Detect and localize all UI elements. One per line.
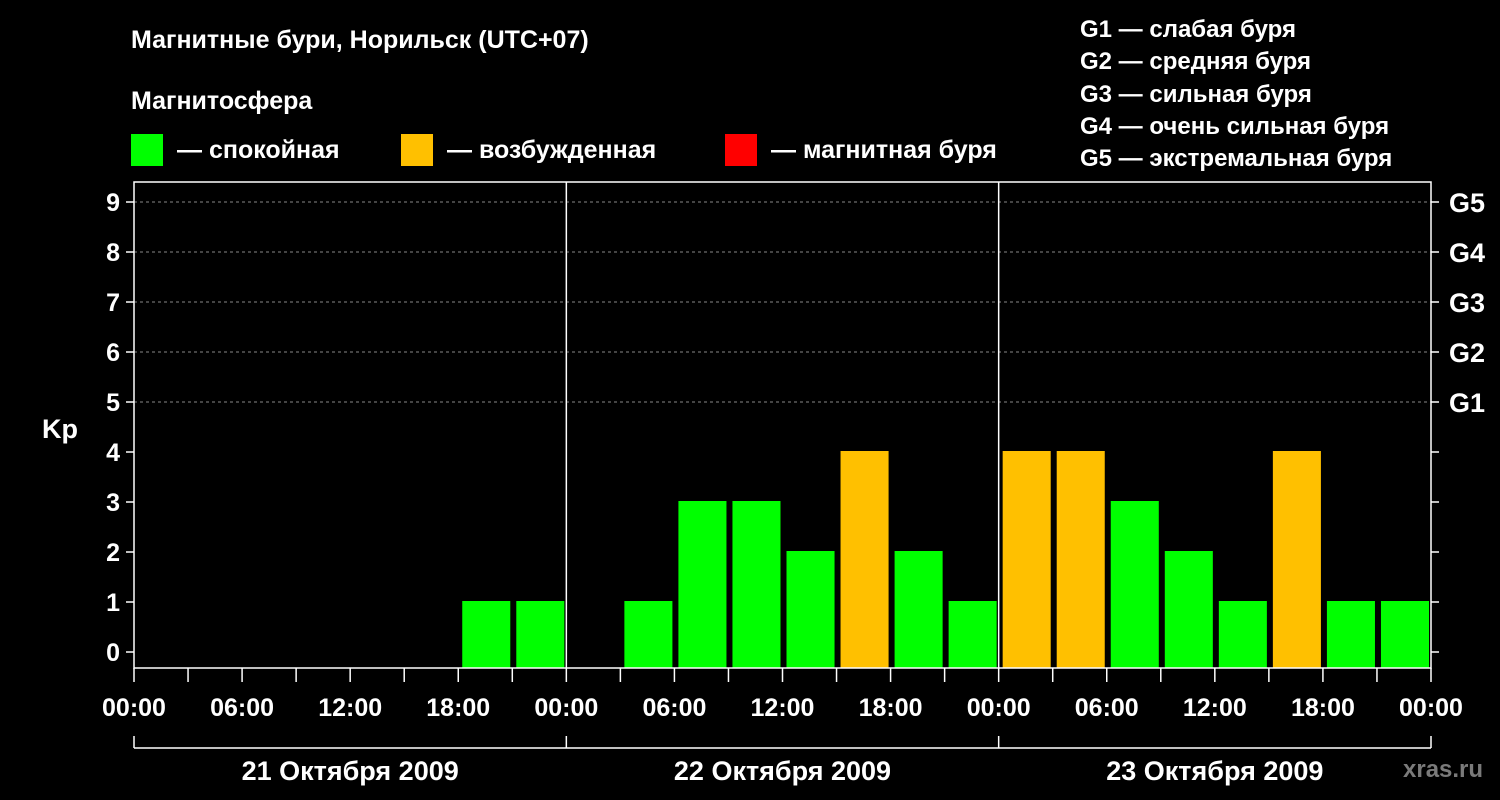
x-tick-label: 18:00 (1291, 694, 1355, 722)
kp-bar (1218, 601, 1267, 668)
kp-bar (1380, 601, 1429, 668)
kp-bar (1002, 451, 1051, 668)
kp-bar (894, 551, 943, 668)
kp-bar (732, 501, 781, 668)
x-tick-label: 00:00 (534, 694, 598, 722)
y-tick-label: 4 (106, 439, 120, 467)
kp-bar (1056, 451, 1105, 668)
x-tick-label: 06:00 (642, 694, 706, 722)
x-tick-label: 12:00 (1183, 694, 1247, 722)
kp-bar (624, 601, 673, 668)
y-tick-label: 8 (106, 239, 120, 267)
kp-bar (840, 451, 889, 668)
g-scale-label: G3 (1449, 288, 1485, 318)
x-tick-label: 00:00 (102, 694, 166, 722)
kp-chart: 0 1 2 3 4 5 6 7 8 9 G1 G2 G3 G4 G5 Kp 00:00 06:00 12:00 18:… (42, 181, 1485, 786)
watermark: xras.ru (1403, 756, 1484, 783)
kp-bar (786, 551, 835, 668)
y-tick-label: 0 (106, 639, 120, 667)
g-scale-label: G2 (1449, 338, 1485, 368)
g-scale-label: G1 (1449, 388, 1485, 418)
y-tick-label: 9 (106, 189, 120, 217)
kp-bar (1164, 551, 1213, 668)
x-tick-label: 00:00 (1399, 694, 1463, 722)
x-tick-label: 18:00 (426, 694, 490, 722)
kp-bar (462, 601, 511, 668)
g-scale-label: G5 (1449, 188, 1485, 218)
kp-bar (678, 501, 727, 668)
y-tick-label: 7 (106, 289, 120, 317)
day-label: 22 Октября 2009 (674, 756, 891, 786)
y-tick-label: 2 (106, 539, 120, 567)
y-tick-label: 1 (106, 589, 120, 617)
kp-bar (1326, 601, 1375, 668)
kp-bar (1272, 451, 1321, 668)
plot-frame (133, 181, 1432, 669)
g-scale-label: G4 (1449, 238, 1485, 268)
y-axis-label: Kp (42, 414, 78, 444)
y-tick-label: 6 (106, 339, 120, 367)
x-tick-label: 12:00 (318, 694, 382, 722)
x-tick-label: 18:00 (859, 694, 923, 722)
y-tick-label: 5 (106, 389, 120, 417)
day-label: 21 Октября 2009 (242, 756, 459, 786)
day-label: 23 Октября 2009 (1106, 756, 1323, 786)
x-tick-label: 06:00 (1075, 694, 1139, 722)
x-tick-label: 12:00 (751, 694, 815, 722)
y-tick-label: 3 (106, 489, 120, 517)
x-tick-label: 00:00 (967, 694, 1031, 722)
x-tick-label: 06:00 (210, 694, 274, 722)
kp-bar (1110, 501, 1159, 668)
kp-bar (516, 601, 565, 668)
kp-bar (948, 601, 997, 668)
